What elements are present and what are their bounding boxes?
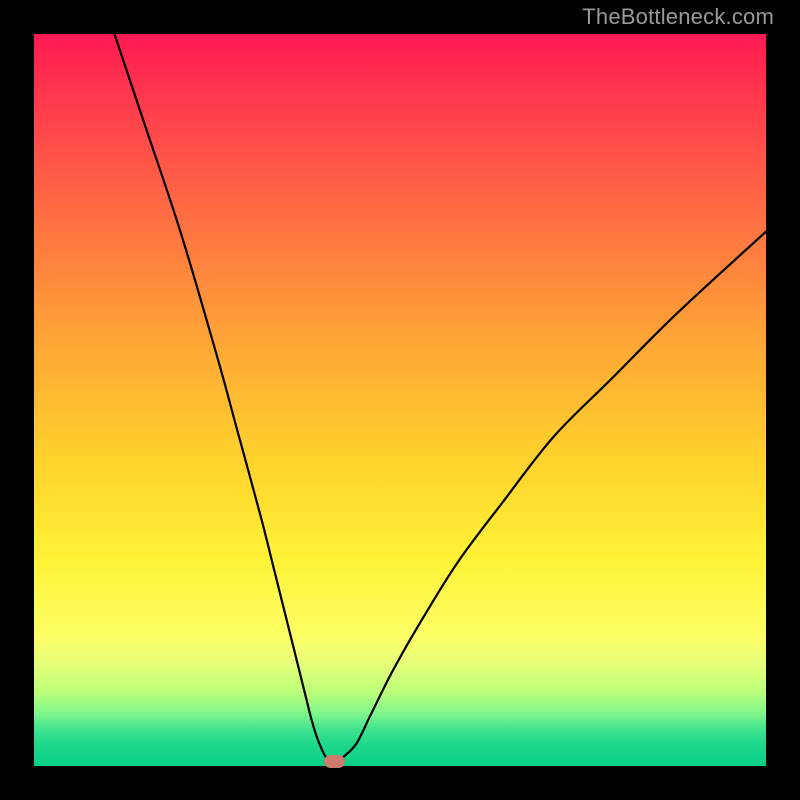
minimum-marker — [324, 755, 345, 768]
chart-frame: TheBottleneck.com — [0, 0, 800, 800]
bottleneck-curve — [34, 34, 766, 766]
plot-area — [34, 34, 766, 766]
watermark-text: TheBottleneck.com — [582, 4, 774, 30]
